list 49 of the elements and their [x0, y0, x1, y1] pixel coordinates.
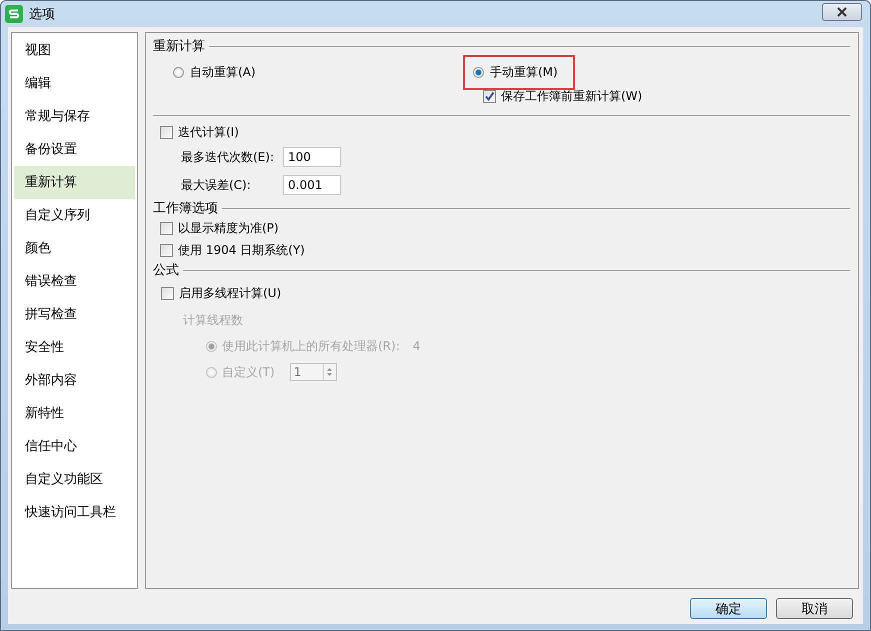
category-item[interactable]: 编辑	[14, 67, 135, 100]
field-label: 最多迭代次数(E):	[181, 148, 275, 166]
section-title: 重新计算	[153, 38, 205, 56]
category-item[interactable]: 备份设置	[14, 133, 135, 166]
radio-label: 自定义(T)	[222, 364, 275, 381]
radio-button[interactable]	[206, 340, 217, 352]
checkbox-label: 启用多线程计算(U)	[179, 284, 282, 302]
checkbox[interactable]	[160, 244, 173, 257]
radio-label: 手动重算(M)	[490, 64, 558, 81]
group-label: 计算线程数	[182, 312, 244, 330]
category-item[interactable]: 信任中心	[14, 430, 135, 464]
checkbox[interactable]	[160, 126, 173, 139]
section-title: 公式	[153, 262, 179, 280]
ok-button[interactable]: 确定	[690, 598, 767, 620]
checkbox-label: 迭代计算(I)	[178, 124, 239, 141]
cancel-button[interactable]: 取消	[776, 598, 853, 620]
radio-label: 自动重算(A)	[190, 64, 256, 81]
category-item[interactable]: 自定义序列	[14, 199, 135, 232]
category-item[interactable]: 错误检查	[14, 265, 135, 298]
category-item[interactable]: 视图	[14, 34, 135, 68]
category-item[interactable]: 快速访问工具栏	[14, 496, 135, 530]
category-item[interactable]: 常规与保存	[14, 100, 135, 134]
radio-button[interactable]	[206, 366, 217, 378]
close-icon	[837, 7, 847, 18]
radio-button[interactable]	[473, 66, 484, 78]
section-title: 工作簿选项	[153, 200, 218, 218]
processor-count: 4	[412, 339, 420, 354]
category-item[interactable]: 安全性	[14, 331, 135, 364]
input-field[interactable]: 100	[283, 147, 341, 168]
checkbox-label: 使用 1904 日期系统(Y)	[178, 242, 305, 259]
checkbox-label: 以显示精度为准(P)	[178, 220, 279, 237]
window-title: 选项	[29, 6, 55, 24]
checkbox[interactable]	[160, 222, 173, 235]
spin-box[interactable]: 1	[290, 363, 337, 382]
checkbox-label: 保存工作簿前重新计算(W)	[501, 88, 642, 105]
radio-button[interactable]	[173, 66, 184, 78]
app-logo-icon	[5, 5, 23, 24]
category-item[interactable]: 新特性	[14, 397, 135, 430]
category-item[interactable]: 拼写检查	[14, 298, 135, 332]
input-field[interactable]: 0.001	[283, 175, 341, 196]
radio-label: 使用此计算机上的所有处理器(R):	[222, 338, 400, 355]
field-label: 最大误差(C):	[181, 176, 252, 194]
category-item[interactable]: 颜色	[14, 232, 135, 266]
category-item[interactable]: 重新计算	[14, 166, 135, 200]
close-button[interactable]	[822, 3, 862, 22]
checkbox[interactable]	[161, 286, 174, 300]
category-item[interactable]: 外部内容	[14, 364, 135, 398]
category-item[interactable]: 自定义功能区	[14, 463, 135, 496]
checkbox[interactable]	[483, 90, 496, 103]
